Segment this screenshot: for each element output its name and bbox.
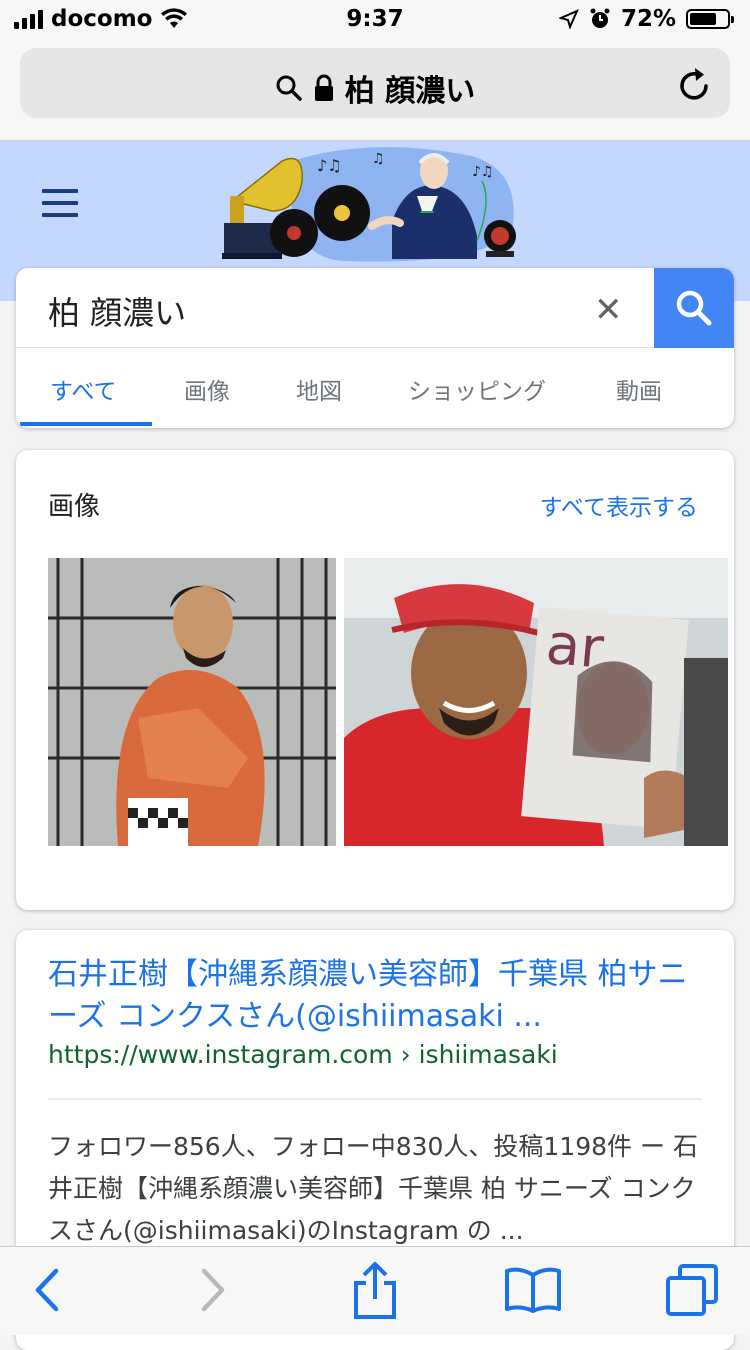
divider bbox=[48, 1098, 702, 1100]
search-icon bbox=[676, 290, 712, 326]
tab-all[interactable]: すべて bbox=[50, 372, 116, 406]
tab-maps[interactable]: 地図 bbox=[296, 372, 342, 406]
battery-percent: 72% bbox=[620, 6, 676, 32]
battery-icon bbox=[686, 9, 734, 29]
search-button[interactable] bbox=[654, 268, 734, 348]
result-url[interactable]: https://www.instagram.com › ishiimasaki bbox=[48, 1040, 558, 1069]
search-input[interactable]: 柏 顔濃い bbox=[48, 288, 186, 334]
hamburger-menu-icon[interactable] bbox=[42, 189, 78, 225]
search-icon bbox=[276, 75, 302, 101]
tab-shopping[interactable]: ショッピング bbox=[408, 372, 546, 406]
tab-videos[interactable]: 動画 bbox=[616, 372, 662, 406]
battery-fill bbox=[690, 13, 716, 25]
active-tab-indicator bbox=[20, 422, 152, 426]
images-section-title: 画像 bbox=[48, 492, 101, 522]
forward-icon[interactable] bbox=[198, 1265, 228, 1315]
svg-text:♪♫: ♪♫ bbox=[317, 156, 342, 175]
images-card: 画像 すべて表示する ar bbox=[16, 450, 734, 910]
bookmarks-icon[interactable] bbox=[504, 1265, 562, 1315]
svg-text:♪♫: ♪♫ bbox=[472, 164, 494, 180]
address-bar[interactable]: 柏 顔濃い bbox=[20, 48, 730, 118]
svg-text:♫: ♫ bbox=[372, 151, 385, 167]
result-title-link[interactable]: 石井正樹【沖縄系顔濃い美容師】千葉県 柏サニーズ コンクスさん(@ishiima… bbox=[48, 954, 708, 1038]
reload-icon[interactable] bbox=[678, 66, 712, 102]
search-tabs: すべて 画像 地図 ショッピング 動画 bbox=[16, 348, 734, 428]
location-icon bbox=[558, 9, 579, 29]
browser-address-area: 柏 顔濃い bbox=[0, 40, 750, 141]
address-text: 柏 顔濃い bbox=[344, 74, 476, 109]
show-all-images-link[interactable]: すべて表示する bbox=[540, 488, 698, 522]
search-card: 柏 顔濃い ✕ すべて 画像 地図 ショッピング 動画 bbox=[16, 268, 734, 428]
google-doodle-image[interactable]: ♪♫ ♫ ♪♫ bbox=[222, 141, 542, 266]
lock-icon bbox=[314, 74, 333, 101]
tab-images[interactable]: 画像 bbox=[184, 372, 230, 406]
back-icon[interactable] bbox=[32, 1265, 62, 1315]
status-right: 72% bbox=[558, 6, 734, 32]
share-icon[interactable] bbox=[352, 1261, 398, 1321]
clear-icon[interactable]: ✕ bbox=[594, 290, 623, 330]
image-result-2[interactable]: ar bbox=[344, 558, 728, 846]
browser-toolbar bbox=[0, 1246, 750, 1335]
status-bar: docomo 9:37 72% bbox=[0, 0, 750, 40]
address-content: 柏 顔濃い bbox=[20, 66, 730, 110]
image-result-1[interactable] bbox=[48, 558, 336, 846]
alarm-icon bbox=[590, 8, 610, 28]
result-snippet: フォロワー856人、フォロー中830人、投稿1198件 ー 石井正樹【沖縄系顔濃… bbox=[48, 1132, 698, 1245]
tabs-icon[interactable] bbox=[664, 1263, 720, 1319]
